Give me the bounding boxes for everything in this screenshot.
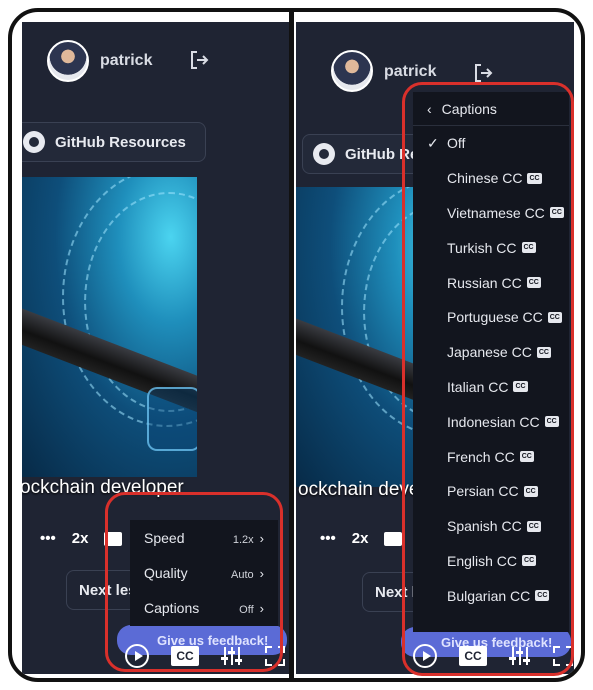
check-icon: ✓ <box>427 134 439 151</box>
cc-badge-icon: CC <box>522 555 537 567</box>
cc-badge-icon: CC <box>547 311 562 323</box>
cc-badge-icon: CC <box>535 590 550 602</box>
github-icon <box>23 131 45 153</box>
settings-quality-row[interactable]: Quality Auto › <box>130 555 278 590</box>
caption-option[interactable]: Chinese CC CC <box>413 161 569 196</box>
fullscreen-icon[interactable] <box>265 646 285 666</box>
caption-option-label: Japanese CC <box>447 344 532 361</box>
caption-option[interactable]: Spanish CC CC <box>413 509 569 544</box>
caption-option[interactable]: Russian CC CC <box>413 265 569 300</box>
speed-button[interactable]: 2x <box>72 530 89 547</box>
captions-list: ✓ Off Chinese CC CC Vietnamese CC CC Turkish C… <box>413 126 569 613</box>
cc-mini-icon[interactable] <box>104 531 123 546</box>
github-resources-label: GitHub Resources <box>55 133 186 151</box>
logout-icon[interactable] <box>188 49 210 71</box>
cc-badge-icon: CC <box>523 485 538 497</box>
cc-badge-icon: CC <box>536 346 551 358</box>
cc-badge-icon: CC <box>526 277 541 289</box>
cc-icon[interactable]: CC <box>171 646 199 666</box>
cc-badge-icon: CC <box>513 381 528 393</box>
caption-option-label: Indonesian CC <box>447 413 540 430</box>
cc-icon[interactable]: CC <box>459 646 487 666</box>
more-button[interactable]: ••• <box>40 530 56 547</box>
caption-option-label: Turkish CC <box>447 239 517 256</box>
player-bottom-bar: CC <box>413 644 573 668</box>
caption-option[interactable]: Portuguese CC CC <box>413 300 569 335</box>
settings-speed-label: Speed <box>144 529 185 546</box>
username: patrick <box>384 63 437 80</box>
caption-option-label: Russian CC <box>447 274 522 291</box>
caption-option-label: English CC <box>447 552 518 569</box>
caption-option-label: Portuguese CC <box>447 309 543 326</box>
settings-captions-row[interactable]: Captions Off › <box>130 590 278 625</box>
settings-menu: Speed 1.2x › Quality Auto › Captions Off › <box>130 520 278 626</box>
settings-captions-label: Captions <box>144 599 200 616</box>
equalizer-icon[interactable] <box>509 645 531 667</box>
caption-option[interactable]: Persian CC CC <box>413 474 569 509</box>
fullscreen-icon[interactable] <box>553 646 573 666</box>
settings-speed-value: 1.2x <box>232 533 254 546</box>
play-icon[interactable] <box>413 644 437 668</box>
caption-option[interactable]: Italian CC CC <box>413 370 569 405</box>
chevron-right-icon: › <box>259 530 264 546</box>
video-tile <box>147 387 197 451</box>
caption-option-label: Spanish CC <box>447 518 522 535</box>
cc-badge-icon: CC <box>519 451 534 463</box>
caption-option[interactable]: Japanese CC CC <box>413 335 569 370</box>
cc-badge-icon: CC <box>549 207 564 219</box>
caption-option-label: Bulgarian CC <box>447 587 531 604</box>
panel-divider <box>289 12 294 678</box>
settings-captions-value: Off <box>239 603 254 616</box>
captions-menu-title: Captions <box>441 100 497 117</box>
speed-button[interactable]: 2x <box>352 530 369 547</box>
caption-option-label: French CC <box>447 448 515 465</box>
player-bottom-bar: CC <box>125 644 285 668</box>
caption-option-label: Vietnamese CC <box>447 204 545 221</box>
caption-option[interactable]: ✓ Off <box>413 126 569 161</box>
caption-option[interactable]: French CC CC <box>413 439 569 474</box>
more-button[interactable]: ••• <box>320 530 336 547</box>
logout-icon[interactable] <box>472 62 494 84</box>
video-caption: ockchain developer <box>22 477 184 498</box>
cc-badge-icon: CC <box>544 416 559 428</box>
right-panel: patrick GitHub Resources ockchain develo… <box>296 22 574 674</box>
caption-option-label: Off <box>447 135 466 152</box>
cc-badge-icon: CC <box>527 172 542 184</box>
caption-option-label: Persian CC <box>447 483 519 500</box>
chevron-right-icon: › <box>259 600 264 616</box>
cc-badge-icon: CC <box>521 242 536 254</box>
player-controls-row: ••• 2x <box>320 530 403 547</box>
video-player[interactable] <box>22 177 197 477</box>
caption-option[interactable]: Indonesian CC CC <box>413 404 569 439</box>
equalizer-icon[interactable] <box>221 645 243 667</box>
github-resources-button[interactable]: GitHub Resources <box>22 122 206 162</box>
caption-option[interactable]: Turkish CC CC <box>413 230 569 265</box>
caption-option[interactable]: Bulgarian CC CC <box>413 578 569 613</box>
settings-speed-row[interactable]: Speed 1.2x › <box>130 520 278 555</box>
chevron-left-icon: ‹ <box>427 100 432 117</box>
user-avatar[interactable] <box>331 50 373 92</box>
captions-menu-header[interactable]: ‹ Captions <box>413 92 569 126</box>
github-icon <box>313 143 335 165</box>
left-panel: patrick GitHub Resources ockchain develo… <box>22 22 292 674</box>
captions-menu: ‹ Captions ✓ Off Chinese CC CC Vietnamese CC… <box>413 92 569 632</box>
play-icon[interactable] <box>125 644 149 668</box>
username: patrick <box>100 52 153 69</box>
settings-quality-label: Quality <box>144 564 188 581</box>
caption-option-label: Italian CC <box>447 378 509 395</box>
chevron-right-icon: › <box>259 565 264 581</box>
screenshot-frame: patrick GitHub Resources ockchain develo… <box>8 8 585 682</box>
player-controls-row: ••• 2x <box>40 530 123 547</box>
user-avatar[interactable] <box>47 40 89 82</box>
caption-option-label: Chinese CC <box>447 170 523 187</box>
caption-option[interactable]: Vietnamese CC CC <box>413 196 569 231</box>
caption-option[interactable]: English CC CC <box>413 544 569 579</box>
settings-quality-value: Auto <box>231 568 254 581</box>
cc-mini-icon[interactable] <box>384 531 403 546</box>
cc-badge-icon: CC <box>526 520 541 532</box>
